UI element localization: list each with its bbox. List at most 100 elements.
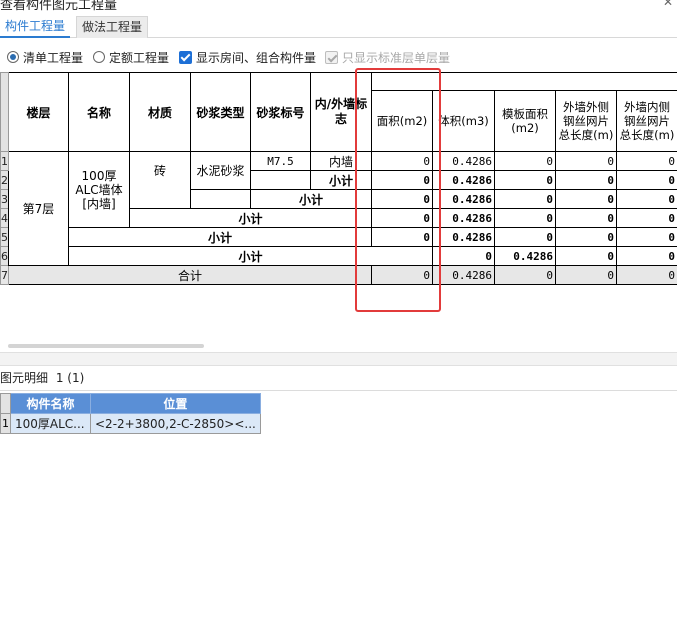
radio-selected-icon[interactable] — [7, 51, 19, 63]
header-material: 材质 — [129, 72, 191, 152]
cell-area: 0 — [371, 151, 433, 171]
cell-subtotal: 小计 — [129, 208, 372, 228]
cell-subtotal: 小计 — [310, 170, 372, 190]
cell-volume: 0.4286 — [432, 265, 495, 285]
cell-subtotal: 小计 — [68, 227, 372, 247]
cell-ext-mesh: 0 — [555, 265, 617, 285]
quantity-table: 楼层 名称 材质 砂浆类型 砂浆标号 内/外墙标志 面积(m2) 体积(m3) … — [0, 72, 677, 285]
window-title: 查看构件图元工程量 — [0, 0, 118, 13]
header-int-mesh: 外墙内侧钢丝网片总长度(m) — [616, 90, 677, 152]
row-number: 6 — [0, 246, 9, 266]
radio-qingdan-label: 清单工程量 — [23, 50, 84, 65]
radio-dinge-quantity[interactable]: 定额工程量 — [93, 49, 169, 65]
cell-formwork: 0 — [494, 189, 556, 209]
checkbox-std-floor-only: 只显示标准层单层量 — [325, 49, 450, 65]
row-number: 1 — [0, 151, 9, 171]
options-bar: 清单工程量 定额工程量 显示房间、组合构件量 只显示标准层单层量 — [0, 46, 677, 68]
cell-int-mesh: 0 — [616, 170, 677, 190]
row-header-corner — [0, 72, 9, 152]
cell-int-mesh: 0 — [616, 151, 677, 171]
detail-row-number: 1 — [0, 413, 11, 434]
row-number: 7 — [0, 265, 9, 285]
cell-formwork: 0 — [494, 265, 556, 285]
detail-separator — [0, 390, 677, 391]
radio-dinge-label: 定额工程量 — [109, 50, 170, 65]
radio-qingdan-quantity[interactable]: 清单工程量 — [7, 49, 83, 65]
header-volume: 体积(m3) — [432, 90, 495, 152]
cell-mortar-grade-empty — [250, 170, 311, 190]
window-titlebar: 查看构件图元工程量 ✕ — [0, 0, 677, 14]
header-ext-mesh: 外墙外侧钢丝网片总长度(m) — [555, 90, 617, 152]
row-number: 2 — [0, 170, 9, 190]
checkbox-show-rooms[interactable]: 显示房间、组合构件量 — [179, 49, 316, 65]
cell-mortar-type: 水泥砂浆 — [190, 151, 251, 190]
cell-area: 0 — [371, 265, 433, 285]
detail-row[interactable]: 1 100厚ALC... <2-2+3800,2-C-2850><... — [0, 413, 261, 434]
header-formwork: 模板面积(m2) — [494, 90, 556, 152]
tab-bar: 构件工程量 做法工程量 — [0, 14, 677, 38]
tab-method-quantity[interactable]: 做法工程量 — [76, 16, 149, 38]
row-number: 5 — [0, 227, 9, 247]
header-mortar-grade: 砂浆标号 — [250, 72, 311, 152]
cell-ext-mesh: 0 — [555, 227, 617, 247]
cell-mortar-grade: M7.5 — [250, 151, 311, 171]
cell-ext-mesh: 0 — [555, 151, 617, 171]
header-name: 名称 — [68, 72, 130, 152]
detail-table: 构件名称 位置 1 100厚ALC... <2-2+3800,2-C-2850>… — [0, 393, 261, 434]
cell-subtotal: 小计 — [68, 246, 433, 266]
cell-area: 0 — [432, 246, 495, 266]
checkbox-show-rooms-label: 显示房间、组合构件量 — [196, 50, 317, 65]
cell-ext-mesh: 0 — [555, 189, 617, 209]
detail-cell-position[interactable]: <2-2+3800,2-C-2850><... — [90, 413, 261, 434]
cell-volume: 0.4286 — [432, 227, 495, 247]
checkbox-checked-icon[interactable] — [179, 50, 192, 64]
cell-int-mesh: 0 — [616, 189, 677, 209]
cell-area: 0 — [371, 208, 433, 228]
checkbox-std-floor-label: 只显示标准层单层量 — [342, 50, 451, 65]
cell-ext-mesh: 0 — [616, 246, 677, 266]
close-icon[interactable]: ✕ — [663, 0, 673, 9]
cell-area: 0 — [371, 189, 433, 209]
row-number: 4 — [0, 208, 9, 228]
cell-area: 0 — [371, 227, 433, 247]
detail-panel-title: 图元明细 1 (1) — [0, 368, 84, 388]
cell-formwork: 0 — [494, 208, 556, 228]
radio-unselected-icon[interactable] — [93, 51, 105, 63]
row-number: 3 — [0, 189, 9, 209]
cell-int-mesh: 0 — [616, 227, 677, 247]
cell-total: 合计 — [8, 265, 372, 285]
cell-formwork: 0 — [494, 227, 556, 247]
cell-int-mesh: 0 — [616, 265, 677, 285]
detail-title-text: 图元明细 — [0, 371, 49, 385]
header-group — [371, 72, 677, 91]
tab-component-quantity[interactable]: 构件工程量 — [0, 16, 71, 38]
cell-formwork: 0 — [555, 246, 617, 266]
checkbox-disabled-icon — [325, 50, 338, 64]
header-inout: 内/外墙标志 — [310, 72, 372, 152]
grid-horizontal-scrollbar[interactable] — [8, 344, 204, 348]
panel-splitter[interactable] — [0, 352, 677, 366]
cell-subtotal: 小计 — [250, 189, 372, 209]
detail-count: 1 (1) — [55, 371, 85, 385]
cell-inout: 内墙 — [310, 151, 372, 171]
detail-header-position: 位置 — [90, 393, 261, 414]
cell-volume: 0.4286 — [432, 189, 495, 209]
cell-ext-mesh: 0 — [555, 208, 617, 228]
cell-material: 砖 — [129, 151, 191, 209]
cell-formwork: 0 — [494, 170, 556, 190]
cell-volume: 0.4286 — [494, 246, 556, 266]
cell-area: 0 — [371, 170, 433, 190]
quantity-grid[interactable]: 楼层 名称 材质 砂浆类型 砂浆标号 内/外墙标志 面积(m2) 体积(m3) … — [0, 72, 677, 286]
cell-formwork: 0 — [494, 151, 556, 171]
header-floor: 楼层 — [8, 72, 69, 152]
cell-name: 100厚ALC墙体 [内墙] — [68, 151, 130, 228]
cell-volume: 0.4286 — [432, 208, 495, 228]
detail-row-header-corner — [0, 393, 11, 414]
cell-int-mesh: 0 — [616, 208, 677, 228]
cell-volume: 0.4286 — [432, 151, 495, 171]
header-area: 面积(m2) — [371, 90, 433, 152]
cell-floor: 第7层 — [8, 151, 69, 266]
cell-mortar-type-empty — [190, 189, 251, 209]
detail-cell-name[interactable]: 100厚ALC... — [10, 413, 91, 434]
cell-volume: 0.4286 — [432, 170, 495, 190]
